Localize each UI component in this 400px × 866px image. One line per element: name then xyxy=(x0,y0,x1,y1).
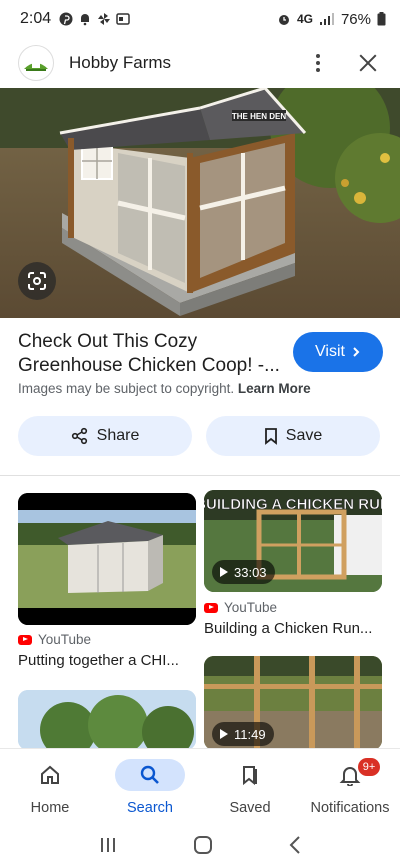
result-title[interactable]: Check Out This Cozy Greenhouse Chicken C… xyxy=(18,330,283,378)
chicken-coop-image: THE HEN DEN xyxy=(0,88,400,318)
site-name[interactable]: Hobby Farms xyxy=(69,53,171,73)
copyright-notice: Images may be subject to copyright. Lear… xyxy=(18,381,311,396)
play-icon xyxy=(220,567,228,577)
nav-saved-label: Saved xyxy=(229,800,271,816)
site-logo[interactable] xyxy=(18,45,54,81)
network-type: 4G xyxy=(296,12,313,26)
app-grid-icon xyxy=(116,13,130,25)
bottom-navigation: Home Search Saved 9+ Notifications xyxy=(0,748,400,824)
thumbnail-overlay-text: BUILDING A CHICKEN RUN xyxy=(204,496,382,513)
related-card-3[interactable] xyxy=(18,690,196,750)
duration-badge: 33:03 xyxy=(212,560,275,584)
back-icon[interactable] xyxy=(288,835,302,855)
play-icon xyxy=(220,729,228,739)
share-icon xyxy=(71,427,87,445)
related-source-1: YouTube xyxy=(18,632,91,647)
source-label: YouTube xyxy=(224,600,278,615)
home-icon xyxy=(41,765,59,784)
status-bar: 2:04 4G 76% xyxy=(0,0,400,38)
chevron-right-icon xyxy=(353,347,360,357)
signal-icon xyxy=(319,13,334,25)
source-label: YouTube xyxy=(38,632,92,647)
related-card-4[interactable]: 11:49 xyxy=(204,656,382,750)
battery-percent: 76% xyxy=(340,10,371,28)
related-thumbnail-3 xyxy=(18,690,196,750)
hero-image[interactable]: THE HEN DEN xyxy=(0,88,400,318)
bell-icon xyxy=(81,14,90,26)
more-options-icon[interactable] xyxy=(306,47,330,79)
nav-saved[interactable]: Saved xyxy=(200,749,300,824)
related-card-1[interactable] xyxy=(18,493,196,625)
duration-text: 11:49 xyxy=(234,726,266,742)
status-time: 2:04 xyxy=(20,10,52,27)
nav-notifications-label: Notifications xyxy=(310,800,390,816)
viewer-header: Hobby Farms xyxy=(0,38,400,88)
visit-label: Visit xyxy=(315,343,345,360)
nav-home[interactable]: Home xyxy=(0,749,100,824)
close-icon[interactable] xyxy=(356,51,380,75)
learn-more-link[interactable]: Learn More xyxy=(238,381,311,396)
recent-apps-icon[interactable] xyxy=(98,836,118,854)
bookmark-icon xyxy=(243,766,257,786)
duration-badge: 11:49 xyxy=(212,722,274,746)
visit-button[interactable]: Visit xyxy=(293,332,383,372)
pinterest-icon xyxy=(59,12,73,26)
notification-badge: 9+ xyxy=(358,758,380,776)
section-divider xyxy=(0,475,400,476)
nav-home-label: Home xyxy=(30,800,70,816)
notification-icons xyxy=(59,12,130,26)
nav-search-label: Search xyxy=(127,800,173,816)
pinwheel-icon xyxy=(98,13,111,25)
google-lens-icon xyxy=(28,272,46,290)
share-label: Share xyxy=(96,427,140,444)
related-title-1[interactable]: Putting together a CHI... xyxy=(18,652,179,669)
farm-logo-icon xyxy=(22,53,50,73)
share-button[interactable]: Share xyxy=(18,416,192,456)
nav-notifications[interactable]: 9+ Notifications xyxy=(300,749,400,824)
lens-button[interactable] xyxy=(18,262,56,300)
alarm-icon xyxy=(278,15,289,25)
battery-icon xyxy=(377,12,386,26)
youtube-icon xyxy=(18,634,32,645)
duration-text: 33:03 xyxy=(234,564,267,580)
related-thumbnail-1 xyxy=(18,493,196,625)
youtube-icon xyxy=(204,602,218,613)
search-icon xyxy=(140,765,159,784)
home-button-icon[interactable] xyxy=(193,835,213,855)
related-title-2[interactable]: Building a Chicken Run... xyxy=(204,620,372,637)
save-label: Save xyxy=(285,427,323,444)
related-card-2[interactable]: BUILDING A CHICKEN RUN 33:03 xyxy=(204,490,382,592)
nav-search[interactable]: Search xyxy=(100,749,200,824)
status-right: 4G 76% xyxy=(277,11,386,28)
copyright-text: Images may be subject to copyright. xyxy=(18,381,235,396)
coop-sign: THE HEN DEN xyxy=(232,112,286,121)
system-navigation-bar xyxy=(0,824,400,866)
related-source-2: YouTube xyxy=(204,600,277,615)
save-button[interactable]: Save xyxy=(206,416,380,456)
bookmark-icon xyxy=(264,428,277,445)
